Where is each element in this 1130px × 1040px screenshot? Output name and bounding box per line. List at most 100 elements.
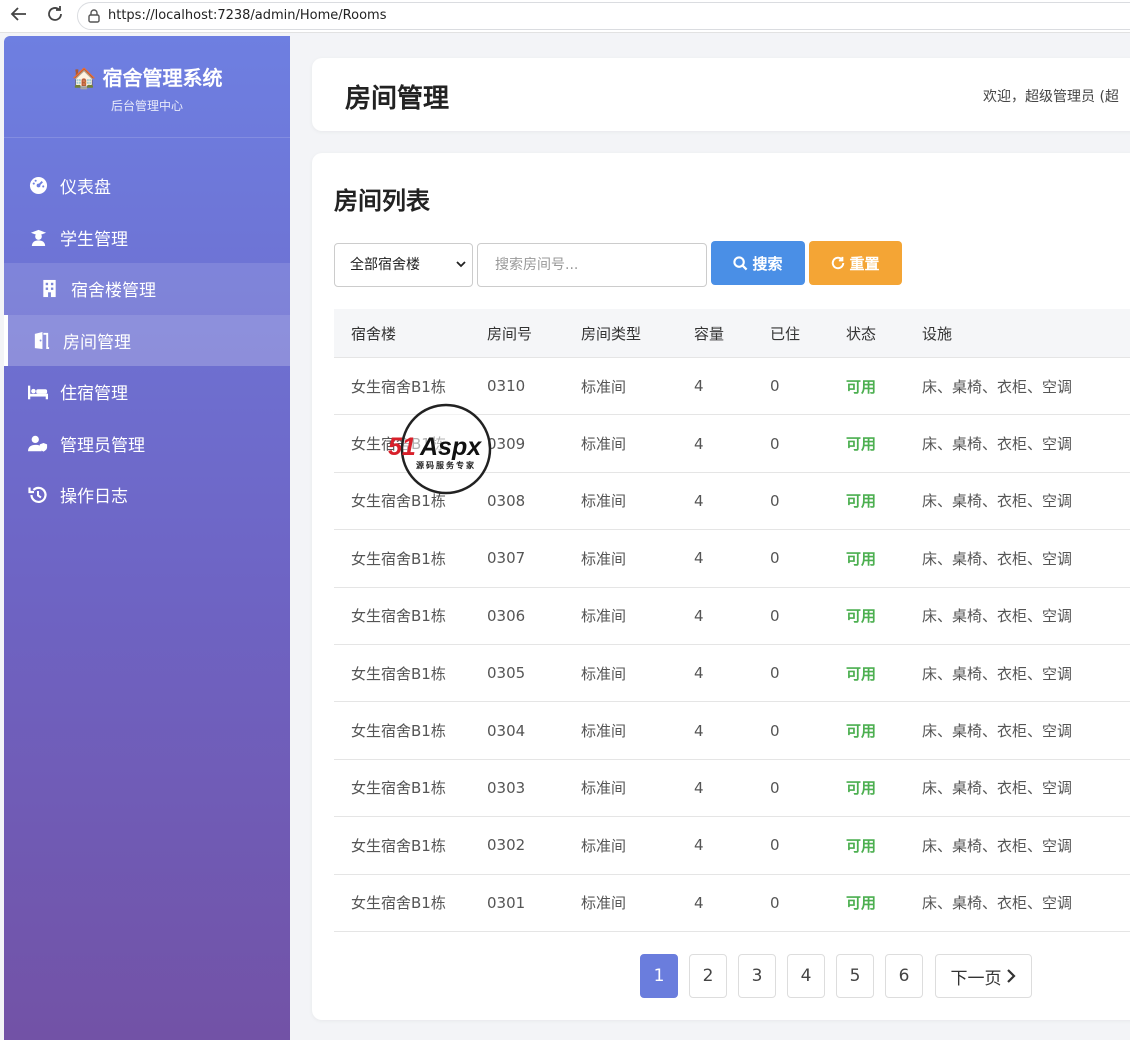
cell-room-type: 标准间 — [581, 549, 627, 568]
cell-room-number: 0305 — [487, 664, 526, 683]
cell-room-type: 标准间 — [581, 377, 627, 396]
next-page-button[interactable]: 下一页 — [935, 954, 1032, 998]
cell-capacity: 4 — [694, 778, 704, 797]
cell-facilities: 床、桌椅、衣柜、空调 — [922, 722, 1073, 741]
bed-icon — [28, 382, 48, 402]
cell-status: 可用 — [846, 779, 877, 798]
page-button-6[interactable]: 6 — [885, 954, 923, 998]
back-arrow-icon[interactable] — [8, 5, 30, 27]
watermark-logo: 51 Aspx 源码服务专家 — [386, 403, 510, 495]
cell-building: 女生宿舍B1栋 — [351, 549, 446, 568]
cell-capacity: 4 — [694, 377, 704, 396]
search-icon — [733, 255, 748, 270]
browser-toolbar: https://localhost:7238/admin/Home/Rooms — [0, 0, 1130, 33]
sidebar-item-dashboard[interactable]: 仪表盘 — [4, 160, 290, 212]
table-row: 女生宿舍B1栋 0306 标准间 4 0 可用 床、桌椅、衣柜、空调 — [334, 588, 1130, 645]
cell-building: 女生宿舍B1栋 — [351, 377, 446, 396]
sidebar: 🏠 宿舍管理系统 后台管理中心 仪表盘 学生管理 宿舍楼管理 房间管理 住宿管理… — [4, 36, 290, 1040]
header-facilities: 设施 — [922, 324, 953, 343]
cell-capacity: 4 — [694, 721, 704, 740]
cell-status: 可用 — [846, 492, 877, 511]
cell-status: 可用 — [846, 836, 877, 855]
header-room-type: 房间类型 — [581, 324, 642, 343]
cell-status: 可用 — [846, 722, 877, 741]
table-row: 女生宿舍B1栋 0304 标准间 4 0 可用 床、桌椅、衣柜、空调 — [334, 702, 1130, 760]
cell-status: 可用 — [846, 377, 877, 396]
sidebar-item-label: 仪表盘 — [60, 178, 111, 199]
cell-building: 女生宿舍B1栋 — [351, 607, 446, 626]
page-button-4[interactable]: 4 — [787, 954, 825, 998]
cell-facilities: 床、桌椅、衣柜、空调 — [922, 607, 1073, 626]
cell-room-type: 标准间 — [581, 664, 627, 683]
door-icon — [31, 330, 51, 350]
header-capacity: 容量 — [694, 324, 725, 343]
next-page-label: 下一页 — [950, 968, 1002, 989]
cell-status: 可用 — [846, 549, 877, 568]
cell-room-number: 0303 — [487, 778, 526, 797]
cell-room-number: 0307 — [487, 549, 526, 568]
svg-text:51: 51 — [388, 433, 416, 461]
cell-capacity: 4 — [694, 549, 704, 568]
cell-occupied: 0 — [770, 549, 780, 568]
sidebar-item-label: 住宿管理 — [60, 384, 128, 405]
sidebar-item-logs[interactable]: 操作日志 — [4, 469, 290, 521]
site-info-icon[interactable] — [86, 8, 102, 24]
search-button[interactable]: 搜索 — [711, 241, 805, 285]
cell-occupied: 0 — [770, 491, 780, 510]
house-icon: 🏠 — [71, 66, 97, 90]
sidebar-item-accommodation[interactable]: 住宿管理 — [4, 366, 290, 418]
sidebar-item-rooms[interactable]: 房间管理 — [4, 314, 290, 366]
url-text: https://localhost:7238/admin/Home/Rooms — [108, 8, 387, 23]
cell-building: 女生宿舍B1栋 — [351, 664, 446, 683]
dashboard-icon — [28, 176, 48, 196]
search-button-label: 搜索 — [752, 254, 783, 273]
cell-room-type: 标准间 — [581, 779, 627, 798]
cell-status: 可用 — [846, 607, 877, 626]
history-icon — [28, 485, 48, 505]
cell-occupied: 0 — [770, 377, 780, 396]
chevron-down-icon — [456, 244, 466, 304]
sidebar-item-label: 学生管理 — [60, 229, 128, 250]
sidebar-item-students[interactable]: 学生管理 — [4, 212, 290, 264]
cell-occupied: 0 — [770, 893, 780, 912]
address-bar[interactable]: https://localhost:7238/admin/Home/Rooms — [77, 2, 1130, 30]
list-title: 房间列表 — [334, 187, 430, 215]
table-row: 女生宿舍B1栋 0301 标准间 4 0 可用 床、桌椅、衣柜、空调 — [334, 875, 1130, 932]
room-search-input[interactable]: 搜索房间号... — [477, 243, 707, 287]
sidebar-menu: 仪表盘 学生管理 宿舍楼管理 房间管理 住宿管理 管理员管理 操作日志 — [4, 160, 290, 521]
page-button-1[interactable]: 1 — [640, 954, 678, 998]
reload-icon[interactable] — [44, 5, 66, 27]
reset-button[interactable]: 重置 — [809, 241, 902, 285]
student-icon — [28, 227, 48, 247]
header-occupied: 已住 — [770, 324, 801, 343]
brand-subtitle: 后台管理中心 — [110, 99, 183, 113]
admin-user-icon — [28, 433, 48, 453]
cell-room-type: 标准间 — [581, 836, 627, 855]
table-row: 女生宿舍B1栋 0302 标准间 4 0 可用 床、桌椅、衣柜、空调 — [334, 817, 1130, 875]
header-room-number: 房间号 — [487, 324, 533, 343]
page-button-3[interactable]: 3 — [738, 954, 776, 998]
cell-room-number: 0306 — [487, 606, 526, 625]
page-button-2[interactable]: 2 — [689, 954, 727, 998]
cell-status: 可用 — [846, 435, 877, 454]
cell-facilities: 床、桌椅、衣柜、空调 — [922, 435, 1073, 454]
cell-room-number: 0302 — [487, 836, 526, 855]
sidebar-item-admins[interactable]: 管理员管理 — [4, 418, 290, 470]
cell-status: 可用 — [846, 894, 877, 913]
page-button-5[interactable]: 5 — [836, 954, 874, 998]
cell-building: 女生宿舍B1栋 — [351, 836, 446, 855]
cell-capacity: 4 — [694, 836, 704, 855]
cell-occupied: 0 — [770, 434, 780, 453]
cell-occupied: 0 — [770, 836, 780, 855]
page-title: 房间管理 — [345, 84, 450, 114]
cell-occupied: 0 — [770, 606, 780, 625]
cell-room-number: 0301 — [487, 893, 526, 912]
chevron-right-icon — [1006, 969, 1016, 983]
table-row: 女生宿舍B1栋 0303 标准间 4 0 可用 床、桌椅、衣柜、空调 — [334, 760, 1130, 818]
sidebar-item-buildings[interactable]: 宿舍楼管理 — [4, 263, 290, 315]
building-filter-select[interactable]: 全部宿舍楼 — [334, 243, 473, 287]
cell-facilities: 床、桌椅、衣柜、空调 — [922, 779, 1073, 798]
cell-capacity: 4 — [694, 893, 704, 912]
page-header: 房间管理 欢迎，超级管理员 (超 — [312, 58, 1130, 131]
cell-room-type: 标准间 — [581, 492, 627, 511]
